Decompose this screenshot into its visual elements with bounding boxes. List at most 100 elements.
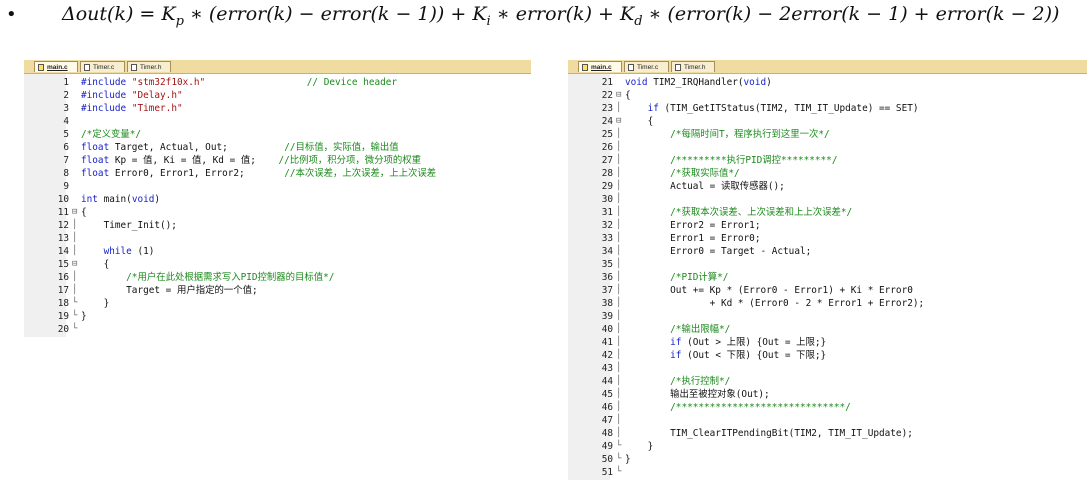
line-number: 16 (57, 272, 69, 283)
code-text: float Target, Actual, Out; //目标值，实际值，输出值 (81, 141, 399, 154)
code-token: void (743, 77, 767, 88)
code-token: //目标值，实际值，输出值 (284, 142, 399, 153)
fold-guide-icon: │ (616, 298, 622, 308)
fold-guide-icon: │ (72, 285, 78, 295)
fold-toggle-icon[interactable]: ⊟ (72, 258, 77, 271)
fold-guide-icon: │ (616, 259, 622, 269)
tab-main-c[interactable]: main.c (578, 61, 622, 72)
code-token: main( (97, 194, 132, 205)
code-text: /*********执行PID调控*********/ (625, 154, 837, 167)
line-number: 7 (63, 155, 69, 166)
fold-guide-icon: └ (616, 441, 622, 451)
code-token: // Device header (205, 77, 398, 88)
code-text: Error0 = Target - Actual; (625, 245, 811, 258)
fold-toggle-icon[interactable]: ⊟ (72, 206, 77, 219)
formula-mid1: ∗ (error(k) − error(k − 1)) + K (183, 3, 487, 25)
code-text: float Error0, Error1, Error2; //本次误差，上次误… (81, 167, 436, 180)
tab-label: main.c (47, 64, 68, 71)
fold-toggle-icon[interactable]: ⊟ (616, 115, 621, 128)
line-number: 31 (601, 207, 613, 218)
line-number: 25 (601, 129, 613, 140)
code-text: while (1) (81, 245, 155, 258)
pid-formula: • Δout(k) = Kp ∗ (error(k) − error(k − 1… (0, 0, 1087, 34)
code-text: 输出至被控对象(Out); (625, 388, 770, 401)
line-number: 11 (57, 207, 69, 218)
line-number: 44 (601, 376, 613, 387)
code-token: void (131, 194, 155, 205)
code-token: Out += Kp * (Error0 - Error1) + Ki * Err… (625, 285, 913, 296)
code-text: Target = 用户指定的一个值; (81, 284, 258, 297)
line-number: 26 (601, 142, 613, 153)
tab-main-c[interactable]: main.c (34, 61, 78, 72)
line-number: 33 (601, 233, 613, 244)
file-icon (628, 64, 634, 71)
code-token: { (625, 116, 654, 127)
code-text: /*定义变量*/ (81, 128, 141, 141)
fold-guide-icon: │ (616, 272, 622, 282)
code-text: if (Out > 上限) {Out = 上限;} (625, 336, 826, 349)
code-area[interactable]: 21 void TIM2_IRQHandler(void) 22 ⊟{23 │ if (… (568, 74, 1087, 480)
code-token: /*执行控制*/ (670, 376, 731, 387)
line-number: 24 (601, 116, 613, 127)
line-number: 48 (601, 428, 613, 439)
code-token: float (81, 155, 110, 166)
line-number: 8 (63, 168, 69, 179)
tab-timer-c[interactable]: Timer.c (80, 61, 125, 72)
code-token: (Out > 上限) {Out = 上限;} (681, 337, 827, 348)
code-text: } (625, 453, 631, 466)
code-token: Target, Actual, Out; (109, 142, 285, 153)
line-number: 50 (601, 454, 613, 465)
file-icon (582, 64, 588, 71)
code-text: } (81, 297, 110, 310)
tab-timer-c[interactable]: Timer.c (624, 61, 669, 72)
fold-guide-icon: └ (72, 311, 78, 321)
tab-timer-h[interactable]: Timer.h (127, 61, 171, 72)
code-token: 输出至被控对象(Out); (625, 389, 770, 400)
code-text: /*获取本次误差、上次误差和上上次误差*/ (625, 206, 852, 219)
fold-guide-icon: │ (616, 181, 622, 191)
code-token: { (81, 259, 110, 270)
line-number: 47 (601, 415, 613, 426)
line-number: 36 (601, 272, 613, 283)
code-text: /*执行控制*/ (625, 375, 730, 388)
code-token: (1) (131, 246, 155, 257)
fold-toggle-icon[interactable]: ⊟ (616, 89, 621, 102)
code-token: TIM_ClearITPendingBit(TIM2, TIM_IT_Updat… (625, 428, 913, 439)
file-icon (84, 64, 90, 71)
code-text: /*每隔时间T，程序执行到这里一次*/ (625, 128, 829, 141)
fold-guide-icon: │ (616, 311, 622, 321)
fold-guide-icon: │ (72, 246, 78, 256)
line-number: 10 (57, 194, 69, 205)
fold-guide-icon: └ (72, 298, 78, 308)
tab-timer-h[interactable]: Timer.h (671, 61, 715, 72)
line-number: 32 (601, 220, 613, 231)
code-token: Error0 = Target - Actual; (625, 246, 812, 257)
code-text: if (TIM_GetITStatus(TIM2, TIM_IT_Update)… (625, 102, 919, 115)
fold-guide-icon: │ (616, 155, 622, 165)
code-token: (Out < 下限) {Out = 下限;} (681, 350, 827, 361)
code-token: } (81, 311, 87, 322)
fold-guide-icon: │ (616, 428, 622, 438)
fold-guide-icon: │ (616, 194, 622, 204)
code-token: #include (81, 90, 132, 101)
code-token: /*********执行PID调控*********/ (670, 155, 838, 166)
line-number: 4 (63, 116, 69, 127)
line-number: 3 (63, 103, 69, 114)
fold-guide-icon: │ (72, 272, 78, 282)
code-token: } (81, 298, 110, 309)
code-editor-left: main.c Timer.c Timer.h 1 #include "stm32f10… (24, 60, 531, 337)
code-text: { (81, 206, 87, 219)
code-token: Target = 用户指定的一个值; (81, 285, 258, 296)
code-area[interactable]: 1 #include "stm32f10x.h" // Device header… (24, 74, 531, 337)
line-number: 14 (57, 246, 69, 257)
code-token: ) (766, 77, 772, 88)
line-number: 12 (57, 220, 69, 231)
file-icon (675, 64, 681, 71)
fold-guide-icon: │ (616, 233, 622, 243)
code-text: #include "Timer.h" (81, 102, 183, 115)
tab-bar: main.c Timer.c Timer.h (568, 60, 1087, 74)
